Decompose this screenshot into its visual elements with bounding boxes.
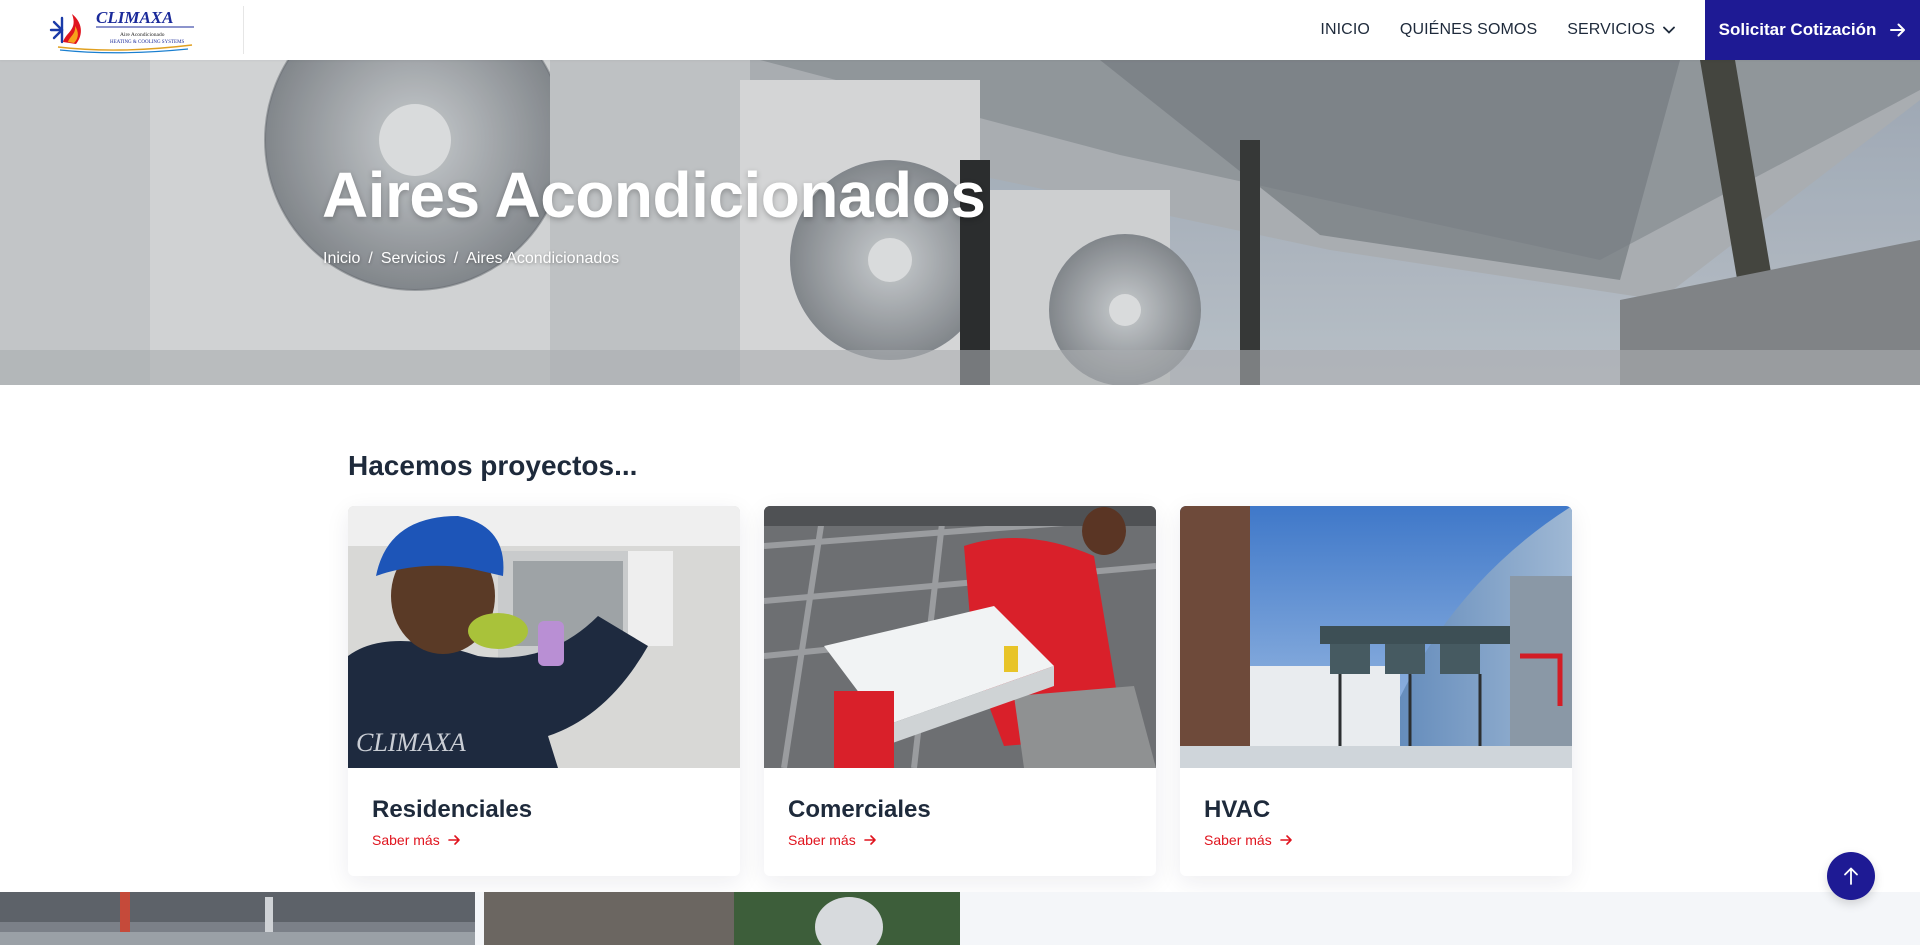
main-nav: INICIO QUIÉNES SOMOS SERVICIOS [1320,0,1675,60]
breadcrumb-separator: / [368,250,373,267]
breadcrumb-separator: / [453,250,459,267]
nav-quienes-somos[interactable]: QUIÉNES SOMOS [1400,21,1537,39]
back-to-top-button[interactable] [1827,852,1875,900]
svg-text:Aire Acondicionado: Aire Acondicionado [120,32,165,38]
arrow-right-icon [1279,835,1292,845]
saber-mas-link[interactable]: Saber más [372,832,461,848]
card-image-residenciales: CLIMAXA [348,506,740,768]
card-title: HVAC [1204,796,1271,823]
svg-text:CLIMAXA: CLIMAXA [356,728,466,757]
arrow-up-icon [1844,867,1858,885]
gallery-image-worker [484,892,960,945]
section-title: Hacemos proyectos... [348,450,638,481]
gallery-image-tower [0,892,475,945]
card-image-hvac [1180,506,1572,768]
nav-servicios[interactable]: SERVICIOS [1567,21,1675,39]
header-divider [243,6,244,54]
project-cards: CLIMAXA Residenciales Saber más Comercia… [348,506,1572,876]
card-title: Comerciales [788,796,931,823]
nav-servicios-label: SERVICIOS [1567,21,1655,38]
saber-mas-label: Saber más [372,832,440,848]
breadcrumb-servicios[interactable]: Servicios [381,250,446,268]
page-hero: Aires Acondicionados Inicio / Servicios … [0,60,1920,385]
arrow-right-icon [1890,23,1906,37]
request-quote-label: Solicitar Cotización [1718,20,1877,39]
nav-inicio-label: INICIO [1320,21,1370,38]
nav-inicio[interactable]: INICIO [1320,21,1370,39]
breadcrumb: Inicio / Servicios / Aires Acondicionado… [323,250,619,268]
breadcrumb-inicio[interactable]: Inicio [323,250,360,268]
request-quote-button[interactable]: Solicitar Cotización [1705,0,1920,60]
card-image-comerciales [764,506,1156,768]
card-residenciales[interactable]: CLIMAXA Residenciales Saber más [348,506,740,876]
saber-mas-label: Saber más [1204,832,1272,848]
breadcrumb-current: Aires Acondicionados [466,250,620,267]
logo-graphic: CLIMAXA Aire Acondicionado HEATING & COO… [49,8,194,54]
arrow-right-icon [863,835,876,845]
chevron-down-icon [1663,26,1675,34]
card-hvac[interactable]: HVAC Saber más [1180,506,1572,876]
svg-text:CLIMAXA: CLIMAXA [96,8,173,27]
svg-text:HEATING & COOLING SYSTEMS: HEATING & COOLING SYSTEMS [110,40,185,45]
climaxa-logo[interactable]: CLIMAXA Aire Acondicionado HEATING & COO… [48,6,196,54]
page-title: Aires Acondicionados [322,159,986,231]
saber-mas-link[interactable]: Saber más [788,832,877,848]
site-header: CLIMAXA Aire Acondicionado HEATING & COO… [0,0,1920,60]
card-title: Residenciales [372,796,533,823]
saber-mas-link[interactable]: Saber más [1204,832,1293,848]
arrow-right-icon [447,835,460,845]
nav-quienes-somos-label: QUIÉNES SOMOS [1399,21,1538,38]
saber-mas-label: Saber más [788,832,856,848]
card-comerciales[interactable]: Comerciales Saber más [764,506,1156,876]
